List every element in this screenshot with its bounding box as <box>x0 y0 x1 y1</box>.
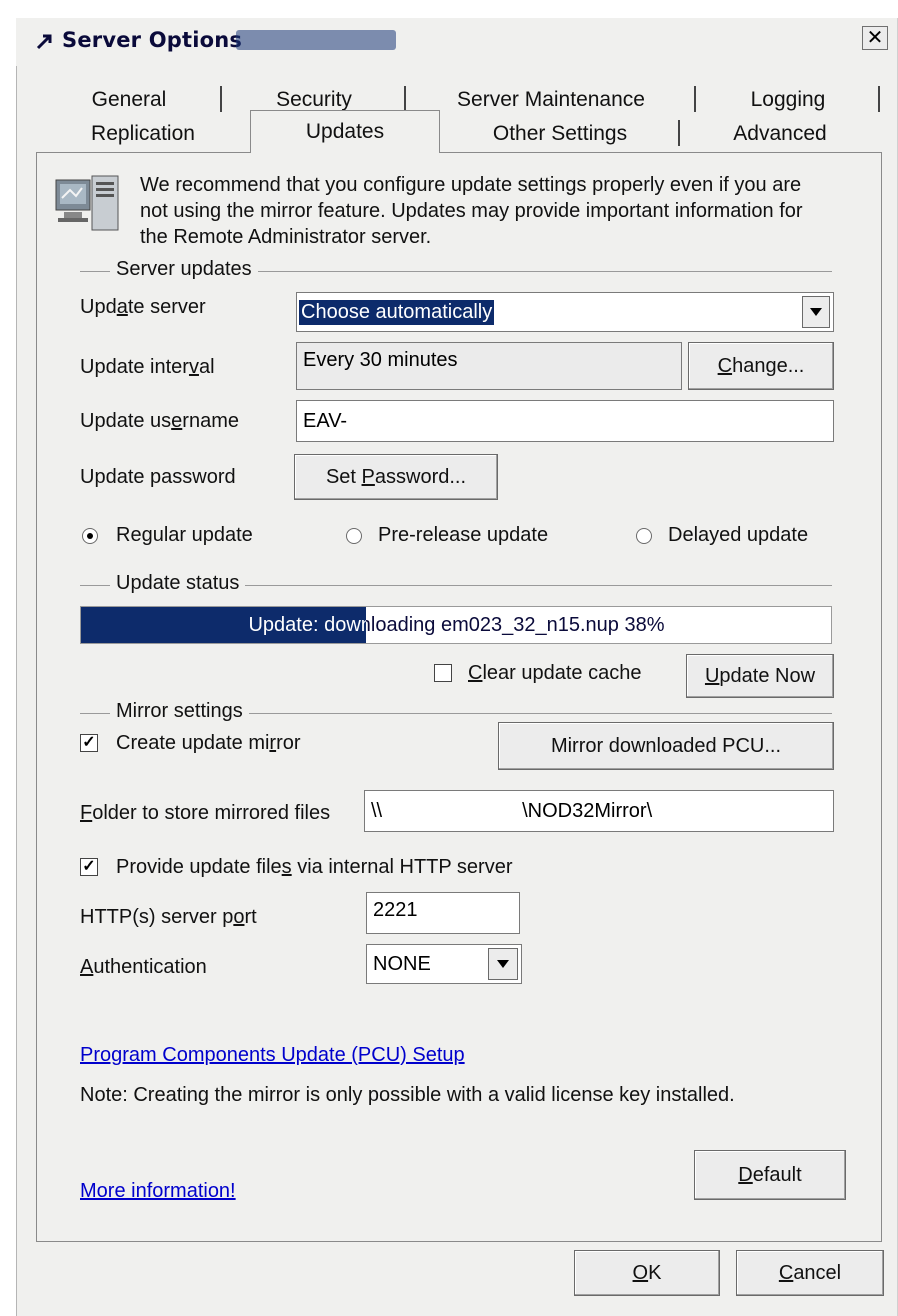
mirror-settings-group-label: Mirror settings <box>110 700 249 723</box>
info-text-line2: not using the mirror feature. Updates ma… <box>140 200 803 222</box>
tab-other-settings[interactable]: Other Settings <box>440 116 680 152</box>
update-interval-field: Every 30 minutes <box>296 342 682 390</box>
port-label: HTTP(s) server port <box>80 906 257 928</box>
update-server-dropdown-button[interactable] <box>802 296 830 328</box>
update-progress-bar: Update: downloading em023_32_n15.nup 38%… <box>80 606 832 644</box>
mirror-pcu-button[interactable]: Mirror downloaded PCU... <box>498 722 834 770</box>
update-status-group-label: Update status <box>110 572 246 595</box>
port-input[interactable]: 2221 <box>366 892 520 934</box>
tab-general[interactable]: General <box>36 82 222 118</box>
pcu-setup-link[interactable]: Program Components Update (PCU) Setup <box>80 1044 465 1067</box>
radio-prerelease-label: Pre-release update <box>378 524 549 546</box>
close-button[interactable]: ✕ <box>862 26 888 50</box>
update-server-select[interactable]: Choose automatically <box>296 292 834 332</box>
radio-regular-label: Regular update <box>116 524 253 546</box>
info-text-line3: the Remote Administrator server. <box>140 226 432 248</box>
radio-regular-update[interactable] <box>82 528 98 544</box>
tab-updates[interactable]: Updates <box>250 110 440 153</box>
authentication-dropdown-button[interactable] <box>488 948 518 980</box>
update-now-button[interactable]: Update Now <box>686 654 834 698</box>
tab-replication[interactable]: Replication <box>36 116 250 152</box>
folder-value-suffix: \NOD32Mirror\ <box>522 799 653 822</box>
window-title: Server Options <box>62 28 243 52</box>
authentication-label: Authentication <box>80 956 207 978</box>
radio-delayed-label: Delayed update <box>668 524 809 546</box>
tab-logging[interactable]: Logging <box>696 82 880 118</box>
folder-value-prefix: \\ <box>371 799 383 822</box>
update-password-label: Update password <box>80 466 236 488</box>
update-server-value: Choose automatically <box>299 299 495 325</box>
folder-label: Folder to store mirrored files <box>80 802 331 824</box>
change-interval-button[interactable]: Change... <box>688 342 834 390</box>
close-icon: ✕ <box>866 27 884 49</box>
folder-input[interactable]: \\ \NOD32Mirror\ <box>364 790 834 832</box>
radio-delayed-update[interactable] <box>636 528 652 544</box>
update-server-label: Update server <box>80 296 206 318</box>
app-arrow-icon <box>36 34 52 50</box>
progress-fill: Update: downloading em023_32_n15.nup 38% <box>81 607 366 643</box>
create-mirror-checkbox[interactable]: ✓ <box>80 734 98 752</box>
update-username-input[interactable]: EAV- <box>296 400 834 442</box>
license-note: Note: Creating the mirror is only possib… <box>80 1084 735 1106</box>
radio-prerelease-update[interactable] <box>346 528 362 544</box>
default-button[interactable]: Default <box>694 1150 846 1200</box>
cancel-button[interactable]: Cancel <box>736 1250 884 1296</box>
update-interval-label: Update interval <box>80 356 215 378</box>
clear-cache-label: Clear update cache <box>468 662 642 684</box>
http-server-checkbox[interactable]: ✓ <box>80 858 98 876</box>
chevron-down-icon <box>497 960 509 968</box>
server-updates-group-label: Server updates <box>110 258 258 281</box>
server-info-icon <box>55 175 119 231</box>
set-password-button[interactable]: Set Password... <box>294 454 498 500</box>
tab-server-maintenance[interactable]: Server Maintenance <box>406 82 696 118</box>
title-redacted-area <box>236 30 396 50</box>
chevron-down-icon <box>810 308 822 316</box>
http-server-label: Provide update files via internal HTTP s… <box>116 856 513 878</box>
info-text-line1: We recommend that you configure update s… <box>140 174 802 196</box>
authentication-value: NONE <box>373 952 431 975</box>
tab-advanced[interactable]: Advanced <box>680 116 880 152</box>
more-information-link[interactable]: More information! <box>80 1180 236 1203</box>
clear-cache-checkbox[interactable] <box>434 664 452 682</box>
update-username-label: Update username <box>80 410 239 432</box>
ok-button[interactable]: OK <box>574 1250 720 1296</box>
progress-text-inverted: Update: downloading em023_32_n15.nup 38% <box>248 613 366 636</box>
create-mirror-label: Create update mirror <box>116 732 301 754</box>
